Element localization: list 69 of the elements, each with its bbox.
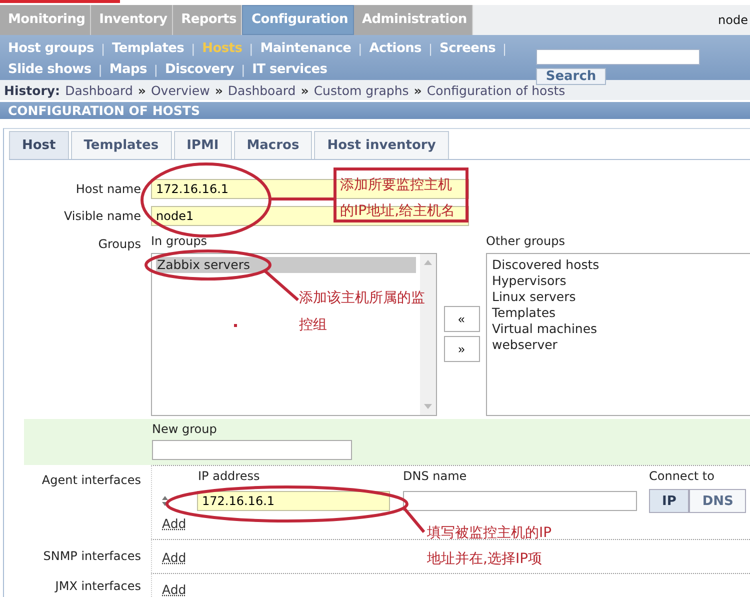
search-field[interactable] — [536, 49, 700, 65]
leader-line — [264, 270, 299, 302]
menu-separator: | — [502, 42, 507, 56]
list-label: Other groups — [486, 234, 566, 248]
field-label: SNMP interfaces — [42, 548, 142, 563]
column-label: Connect to — [649, 469, 714, 485]
add-link[interactable]: Add — [162, 582, 186, 597]
annotation-text: 控组 — [299, 316, 327, 334]
search-button[interactable]: Search — [536, 68, 606, 85]
breadcrumb-separator: » — [300, 82, 309, 98]
ip-address-field[interactable]: 172.16.16.1 — [197, 491, 390, 511]
form-tab[interactable]: Host inventory — [314, 131, 449, 159]
menu-separator: | — [98, 62, 102, 76]
annotation-text: 添加该主机所属的监 — [299, 289, 425, 307]
menu-separator: | — [241, 62, 246, 76]
breadcrumb-link[interactable]: Dashboard — [228, 82, 296, 98]
breadcrumb-separator: » — [214, 82, 223, 98]
breadcrumb-link[interactable]: Overview — [150, 82, 210, 98]
group-option[interactable]: webserver — [491, 337, 746, 353]
new-group-field[interactable] — [152, 440, 352, 460]
annotation-text: 填写被监控主机的IP — [427, 524, 552, 542]
form-tab[interactable]: IPMI — [174, 131, 232, 159]
history-label: History: — [4, 82, 60, 98]
leader-line — [402, 507, 426, 533]
list-label: In groups — [151, 234, 208, 248]
add-link[interactable]: Add — [162, 550, 186, 565]
breadcrumb-separator: » — [138, 82, 146, 98]
menu-separator: | — [154, 62, 158, 76]
field-label: Visible name — [62, 208, 142, 222]
annotation-text: 添加所要监控主机 — [340, 176, 452, 194]
menu-separator: | — [358, 42, 362, 56]
field-label: Agent interfaces — [40, 472, 142, 487]
dns-name-field[interactable] — [403, 491, 637, 511]
breadcrumb-link[interactable]: Custom graphs — [314, 82, 409, 98]
breadcrumb-link[interactable]: Dashboard — [65, 82, 133, 98]
connect-to-toggle[interactable]: IP — [649, 489, 690, 513]
menu-separator: | — [249, 42, 254, 56]
field-label: Host name — [74, 182, 142, 196]
group-option[interactable]: Discovered hosts — [491, 257, 746, 273]
user-name: node — [718, 13, 749, 27]
field-label: JMX interfaces — [54, 578, 142, 593]
scroll-up-icon[interactable] — [424, 260, 432, 265]
annotation-text: 地址并在,选择IP项 — [427, 550, 542, 568]
column-label: DNS name — [403, 469, 468, 485]
group-option[interactable]: Zabbix servers — [156, 257, 416, 273]
move-group-button[interactable]: « — [444, 306, 480, 332]
menu-separator: | — [100, 42, 105, 56]
form-tab[interactable]: Macros — [234, 131, 312, 159]
drag-handle-icon[interactable] — [162, 496, 168, 506]
move-group-button[interactable]: » — [444, 336, 480, 362]
menu-separator: | — [428, 42, 433, 56]
page-header: CONFIGURATION OF HOSTS — [0, 102, 750, 119]
menu-separator: | — [191, 42, 196, 56]
group-option[interactable]: Templates — [491, 305, 746, 321]
breadcrumb-link[interactable]: Configuration of hosts — [426, 82, 566, 98]
column-label: IP address — [198, 469, 261, 485]
other-groups-list[interactable]: Discovered hosts Hypervisors Linux servers Templates Virtual machines webserver — [486, 253, 750, 416]
connect-to-toggle[interactable]: DNS — [689, 489, 746, 513]
form-tab[interactable]: Templates — [70, 131, 172, 159]
group-option[interactable]: Virtual machines — [491, 321, 746, 337]
form-tab[interactable]: Host — [9, 131, 69, 159]
breadcrumb-separator: » — [414, 82, 422, 98]
scroll-down-icon[interactable] — [424, 404, 432, 409]
field-label: New group — [152, 422, 218, 436]
group-option[interactable]: Hypervisors — [491, 273, 746, 289]
add-link[interactable]: Add — [162, 516, 186, 531]
leader-line — [270, 198, 334, 200]
field-label: Groups — [97, 237, 142, 251]
group-option[interactable]: Linux servers — [491, 289, 746, 305]
